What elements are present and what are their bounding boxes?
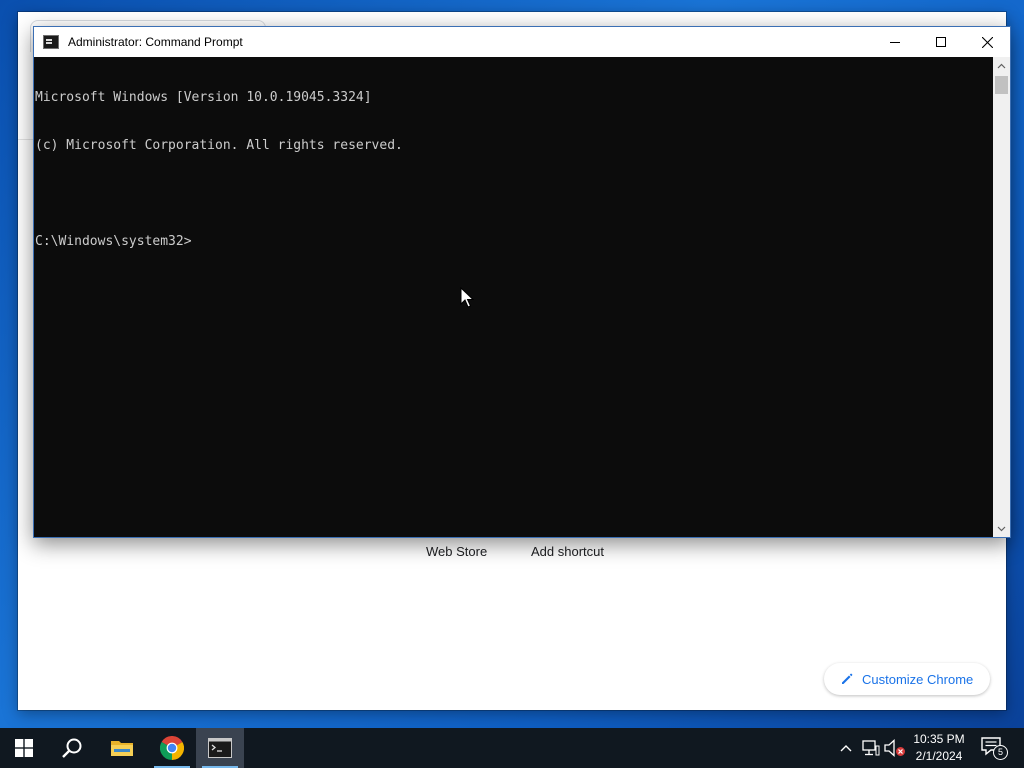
command-prompt-line[interactable]: C:\Windows\system32> xyxy=(35,234,994,250)
search-button[interactable] xyxy=(48,728,96,768)
close-button[interactable] xyxy=(964,27,1010,57)
minimize-icon xyxy=(890,42,900,43)
pencil-icon xyxy=(842,673,853,684)
taskbar-clock[interactable]: 10:35 PM 2/1/2024 xyxy=(908,731,970,765)
console-output[interactable]: Microsoft Windows [Version 10.0.19045.33… xyxy=(34,57,994,537)
console-line: (c) Microsoft Corporation. All rights re… xyxy=(35,138,403,153)
volume-muted-icon[interactable] xyxy=(884,739,906,757)
file-explorer-button[interactable] xyxy=(98,728,146,768)
command-prompt-icon xyxy=(43,35,59,49)
title-bar[interactable]: Administrator: Command Prompt xyxy=(34,27,1010,57)
start-button[interactable] xyxy=(0,728,48,768)
scroll-thumb[interactable] xyxy=(995,76,1008,94)
notification-count-badge: 5 xyxy=(993,745,1008,760)
vertical-scrollbar[interactable] xyxy=(993,57,1010,537)
maximize-icon xyxy=(936,37,946,47)
mouse-cursor-icon xyxy=(460,287,474,308)
chrome-taskbar-button[interactable] xyxy=(148,728,196,768)
command-prompt-taskbar-button[interactable] xyxy=(196,728,244,768)
command-prompt-window: Administrator: Command Prompt Microsoft … xyxy=(33,26,1011,538)
action-center-button[interactable]: 5 xyxy=(980,736,1010,762)
web-store-shortcut[interactable]: Web Store xyxy=(426,544,487,559)
close-icon xyxy=(981,36,993,48)
search-icon xyxy=(62,738,82,758)
minimize-button[interactable] xyxy=(872,27,918,57)
window-title: Administrator: Command Prompt xyxy=(68,35,243,49)
add-shortcut-button[interactable]: Add shortcut xyxy=(531,544,604,559)
chrome-icon xyxy=(160,736,184,760)
chevron-down-icon xyxy=(997,526,1006,531)
maximize-button[interactable] xyxy=(918,27,964,57)
taskbar: 10:35 PM 2/1/2024 5 xyxy=(0,728,1024,768)
clock-time: 10:35 PM xyxy=(913,732,965,746)
console-line: Microsoft Windows [Version 10.0.19045.33… xyxy=(35,90,372,105)
network-icon[interactable] xyxy=(862,740,880,756)
file-explorer-icon xyxy=(111,741,133,756)
customize-chrome-label: Customize Chrome xyxy=(862,671,974,687)
windows-start-icon xyxy=(15,739,33,757)
scroll-up-button[interactable] xyxy=(993,57,1010,74)
customize-chrome-button[interactable]: Customize Chrome xyxy=(824,663,990,695)
clock-date: 2/1/2024 xyxy=(915,749,963,763)
chevron-up-icon xyxy=(997,63,1006,68)
command-prompt-icon xyxy=(208,738,232,758)
scroll-down-button[interactable] xyxy=(993,520,1010,537)
show-hidden-icons-chevron-icon[interactable] xyxy=(838,740,854,756)
shortcut-labels: Web Store Add shortcut xyxy=(18,544,1006,568)
